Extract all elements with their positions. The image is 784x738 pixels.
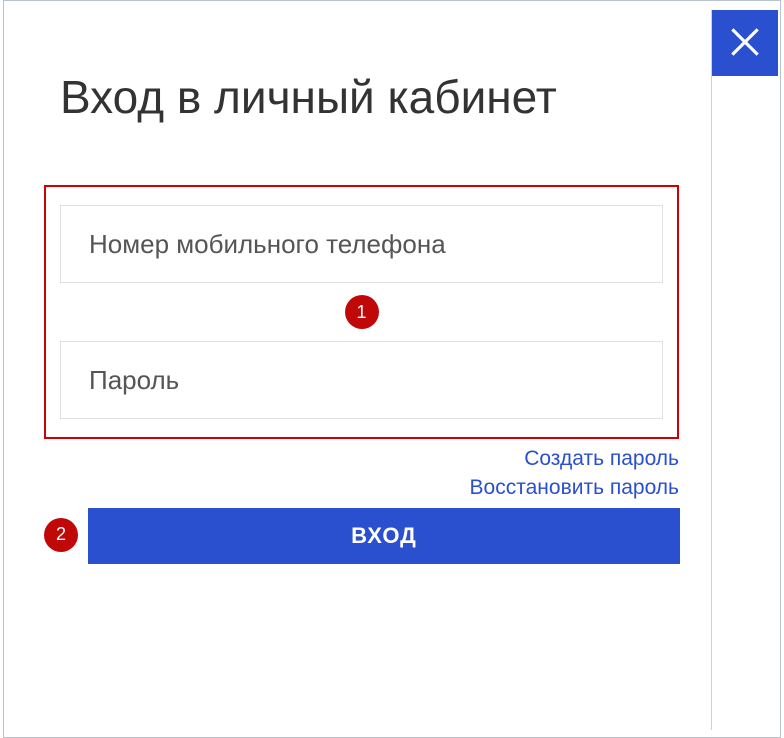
close-button[interactable] [712, 10, 778, 76]
modal-title: Вход в личный кабинет [12, 10, 711, 135]
annotation-badge-2: 2 [44, 518, 78, 552]
login-modal: Вход в личный кабинет 1 Создать пароль В… [12, 10, 712, 730]
annotation-badge-1: 1 [345, 295, 379, 329]
input-spacer: 1 [60, 283, 663, 341]
phone-input[interactable] [60, 205, 663, 283]
password-input[interactable] [60, 341, 663, 419]
login-button[interactable]: ВХОД [88, 508, 680, 564]
restore-password-link[interactable]: Восстановить пароль [44, 474, 679, 502]
login-row: 2 ВХОД [44, 508, 679, 564]
login-form: 1 Создать пароль Восстановить пароль 2 В… [44, 185, 679, 564]
close-icon [726, 23, 764, 64]
credentials-highlight: 1 [44, 185, 679, 439]
password-links: Создать пароль Восстановить пароль [44, 439, 679, 506]
create-password-link[interactable]: Создать пароль [44, 445, 679, 473]
